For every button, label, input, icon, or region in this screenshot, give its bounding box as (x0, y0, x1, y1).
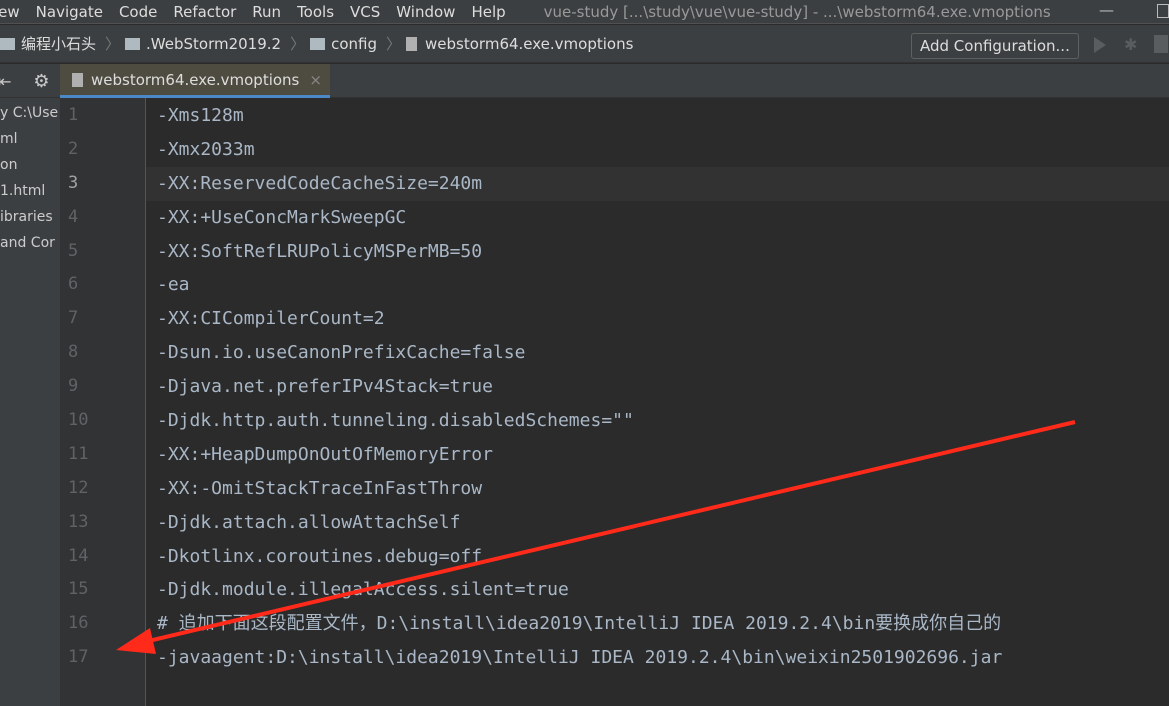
code-line[interactable]: -XX:-OmitStackTraceInFastThrow (146, 472, 1169, 506)
maximize-button[interactable] (1157, 4, 1169, 18)
breadcrumb-label: 编程小石头 (21, 35, 97, 53)
code-editor[interactable]: -Xms128m -Xmx2033m -XX:ReservedCodeCacheSi… (146, 98, 1169, 706)
breadcrumb: 编程小石头〉 .WebStorm2019.2 〉 config 〉 webstorm… (0, 25, 1169, 63)
code-line[interactable]: -Djdk.http.auth.tunneling.disabledScheme… (146, 404, 1169, 438)
code-line[interactable]: # 追加下面这段配置文件，D:\install\idea2019\Intelli… (146, 607, 1169, 641)
breadcrumb-item[interactable]: 编程小石头 (0, 33, 96, 54)
line-number: 12 (68, 477, 89, 498)
line-number: 16 (68, 613, 89, 634)
tree-item[interactable]: 1.html (0, 178, 60, 204)
line-number: 13 (68, 511, 89, 532)
line-number: 14 (68, 545, 89, 566)
code-line[interactable]: -Xmx2033m (146, 133, 1169, 167)
tree-item[interactable]: y C:\Use (0, 100, 60, 126)
line-number: 9 (68, 376, 79, 397)
menu-view[interactable]: iew (0, 3, 28, 21)
menu-bar: iew Navigate Code Refactor Run Tools VCS… (0, 0, 1169, 24)
line-number: 4 (68, 206, 79, 227)
code-line[interactable]: -Dsun.io.useCanonPrefixCache=false (146, 336, 1169, 370)
tab-bar: ⇤ ⚙ webstorm64.exe.vmoptions × (0, 64, 1169, 98)
line-number: 11 (68, 443, 89, 464)
line-number-gutter: 1 2 3 4 5 6 7 8 9 10 11 12 13 14 15 16 17 (60, 98, 146, 706)
tab-label: webstorm64.exe.vmoptions (91, 70, 300, 89)
tree-item[interactable]: ibraries (0, 204, 60, 230)
close-icon[interactable]: × (309, 71, 322, 89)
code-line[interactable]: -XX:+UseConcMarkSweepGC (146, 201, 1169, 235)
project-tree: y C:\Use ml on 1.html ibraries and Cor (0, 98, 60, 706)
breadcrumb-label: webstorm64.exe.vmoptions (425, 34, 634, 53)
line-number: 5 (68, 240, 79, 261)
breadcrumb-item[interactable]: webstorm64.exe.vmoptions (406, 35, 633, 53)
minimize-button[interactable]: — (1099, 1, 1114, 19)
line-number: 8 (68, 342, 79, 363)
folder-icon (125, 37, 141, 50)
breadcrumb-label: .WebStorm2019.2 (146, 34, 282, 53)
menu-window[interactable]: Window (388, 3, 463, 21)
coverage-icon[interactable] (1154, 35, 1168, 53)
collapse-icon[interactable]: ⇤ (0, 72, 11, 91)
file-icon (72, 72, 83, 87)
menu-navigate[interactable]: Navigate (28, 3, 111, 21)
tree-item[interactable]: ml (0, 126, 60, 152)
menu-tools[interactable]: Tools (289, 3, 342, 21)
code-line[interactable]: -Dkotlinx.coroutines.debug=off (146, 540, 1169, 574)
menu-run[interactable]: Run (244, 3, 289, 21)
file-icon (406, 36, 418, 51)
code-line[interactable]: -Xms128m (146, 99, 1169, 133)
tree-item[interactable]: on (0, 152, 60, 178)
folder-icon (0, 37, 15, 50)
code-line[interactable]: -ea (146, 268, 1169, 302)
line-number: 17 (68, 647, 89, 668)
line-number: 10 (68, 410, 89, 431)
breadcrumb-item[interactable]: .WebStorm2019.2 (125, 35, 281, 53)
line-number: 7 (68, 308, 79, 329)
menu-code[interactable]: Code (111, 3, 165, 21)
line-number: 2 (68, 138, 79, 159)
line-number: 6 (68, 274, 79, 295)
window-title: vue-study [...\study\vue\vue-study] - ..… (543, 2, 1051, 21)
add-configuration-button[interactable]: Add Configuration... (911, 33, 1079, 59)
menu-refactor[interactable]: Refactor (165, 3, 244, 21)
code-line[interactable]: -XX:SoftRefLRUPolicyMSPerMB=50 (146, 235, 1169, 269)
run-icon[interactable] (1094, 37, 1106, 53)
breadcrumb-label: config (331, 34, 378, 53)
code-line[interactable]: -XX:+HeapDumpOnOutOfMemoryError (146, 438, 1169, 472)
code-line[interactable]: -XX:ReservedCodeCacheSize=240m (146, 166, 1169, 201)
code-line[interactable]: -Djava.net.preferIPv4Stack=true (146, 370, 1169, 404)
gear-icon[interactable]: ⚙ (33, 71, 49, 92)
tree-item[interactable]: and Cor (0, 230, 60, 256)
code-line[interactable]: -Djdk.module.illegalAccess.silent=true (146, 573, 1169, 607)
breadcrumb-item[interactable]: config (310, 35, 377, 53)
folder-icon (310, 37, 326, 50)
line-number: 1 (68, 105, 79, 125)
code-line[interactable]: -javaagent:D:\install\idea2019\IntelliJ … (146, 641, 1169, 675)
tab-vmoptions[interactable]: webstorm64.exe.vmoptions × (60, 64, 330, 98)
menu-help[interactable]: Help (463, 3, 513, 21)
line-number: 15 (68, 579, 89, 600)
menu-vcs[interactable]: VCS (342, 3, 388, 21)
code-line[interactable]: -Djdk.attach.allowAttachSelf (146, 506, 1169, 540)
debug-icon[interactable]: ✱ (1124, 35, 1137, 54)
code-line[interactable]: -XX:CICompilerCount=2 (146, 302, 1169, 336)
line-number: 3 (68, 172, 79, 193)
